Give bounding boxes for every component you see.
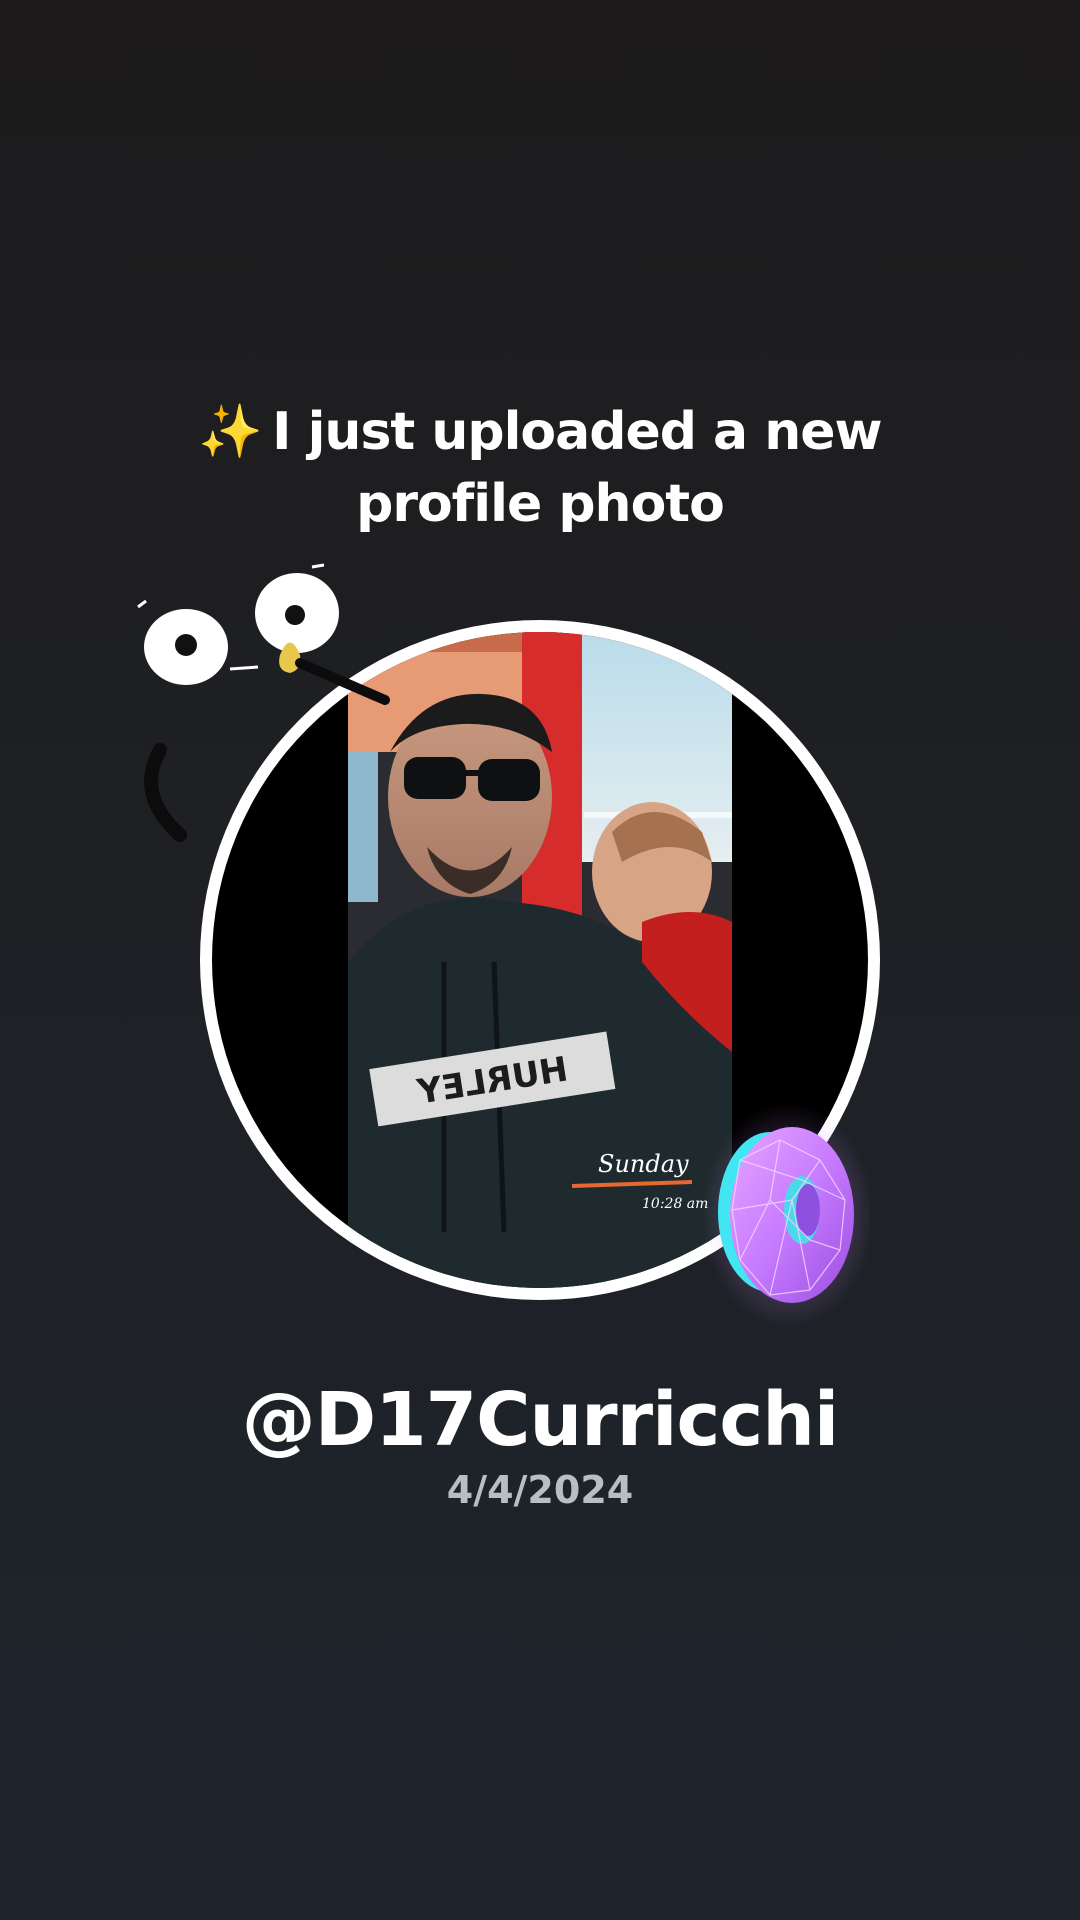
- upload-date: 4/4/2024: [446, 1468, 634, 1512]
- sparkles-icon: ✨: [198, 402, 263, 462]
- photo-content: HURLEY Sunday10:28 am: [348, 632, 732, 1288]
- holographic-donut-sticker: [702, 1103, 870, 1327]
- googly-eyes-sticker: [137, 563, 390, 842]
- headline: ✨ I just uploaded a new profile photo: [140, 396, 940, 540]
- profile-photo-announcement: ✨ I just uploaded a new profile photo HU…: [0, 0, 1080, 1920]
- photo-time-text: 10:28 am: [642, 1196, 708, 1212]
- headline-line-1: I just uploaded a new: [272, 402, 882, 462]
- headline-line-2: profile photo: [356, 474, 725, 534]
- username[interactable]: @D17Curricchi: [140, 1375, 940, 1465]
- photo-day-text: Sunday: [598, 1150, 689, 1178]
